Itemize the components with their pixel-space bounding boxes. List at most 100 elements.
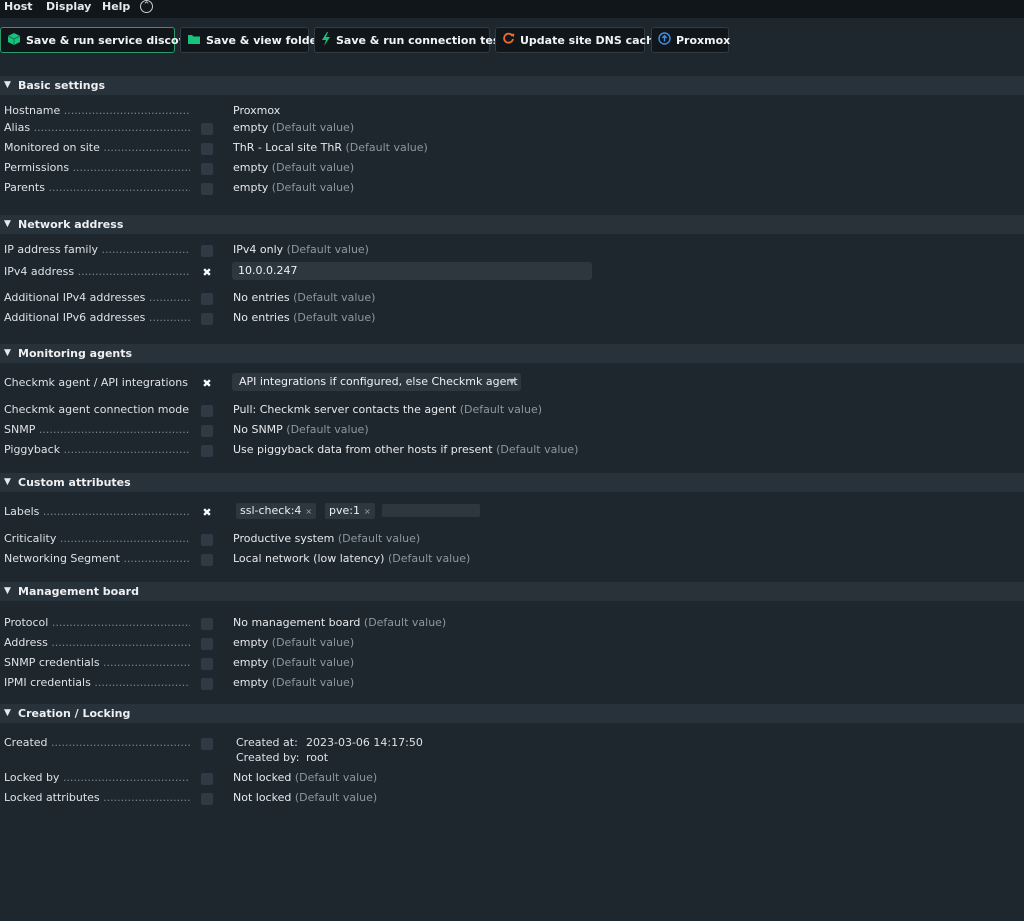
collapse-arrow-icon[interactable]: ▼ (4, 80, 11, 90)
refresh-icon (502, 32, 515, 48)
save-run-discovery-label: Save & run service discovery (26, 33, 206, 47)
created-by-value: root (306, 751, 329, 764)
address-checkbox[interactable] (201, 638, 213, 650)
label-tag-text: pve:1 (329, 504, 360, 517)
collapse-arrow-icon[interactable]: ▼ (4, 219, 11, 229)
chevron-down-icon: ▼ (508, 377, 515, 386)
add-ipv4-checkbox[interactable] (201, 293, 213, 305)
add-ipv6-value: No entries (233, 311, 290, 324)
address-label: Address (4, 636, 48, 649)
row-connection-mode: Checkmk agent connection mode .... Pull:… (0, 400, 1024, 420)
created-at-value: 2023-03-06 14:17:50 (306, 736, 423, 749)
permissions-checkbox[interactable] (201, 163, 213, 175)
created-checkbox[interactable] (201, 738, 213, 750)
snmp-checkbox[interactable] (201, 425, 213, 437)
collapse-arrow-icon[interactable]: ▼ (4, 708, 11, 718)
add-ipv6-label: Additional IPv6 addresses (4, 311, 146, 324)
lightning-icon (321, 31, 331, 49)
row-address: Address ................................… (4, 636, 355, 650)
site-checkbox[interactable] (201, 143, 213, 155)
row-locked-attributes: Locked attributes ......................… (4, 791, 378, 805)
ipv4-input[interactable]: 10.0.0.247 (232, 262, 592, 280)
labels-checkbox-checked[interactable]: ✖ (201, 507, 213, 519)
piggyback-checkbox[interactable] (201, 445, 213, 457)
default-hint: (Default value) (363, 616, 447, 629)
menu-help[interactable]: Help (102, 0, 130, 14)
snmp-credentials-checkbox[interactable] (201, 658, 213, 670)
hostname-label: Hostname (4, 104, 61, 117)
snmp-value: No SNMP (233, 423, 283, 436)
connection-mode-checkbox[interactable] (201, 405, 213, 417)
snmp-label: SNMP (4, 423, 36, 436)
update-dns-cache-button[interactable]: Update site DNS cache (495, 27, 661, 53)
row-monitored-site: Monitored on site ......................… (4, 141, 428, 155)
protocol-checkbox[interactable] (201, 618, 213, 630)
row-criticality: Criticality ............................… (4, 532, 421, 546)
menu-display[interactable]: Display (46, 0, 91, 14)
label-tag[interactable]: ssl-check:4 × (236, 503, 317, 519)
add-ipv6-checkbox[interactable] (201, 313, 213, 325)
criticality-label: Criticality (4, 532, 57, 545)
arrow-up-circle-icon (658, 32, 671, 48)
section-header[interactable]: ▼ Creation / Locking (0, 704, 1024, 723)
segment-value: Local network (low latency) (233, 552, 385, 565)
agent-api-dropdown[interactable]: API integrations if configured, else Che… (232, 373, 521, 391)
row-created: Created ................................… (4, 735, 423, 765)
row-snmp: SNMP ...................................… (4, 423, 369, 437)
created-info: Created at: 2023-03-06 14:17:50 Created b… (236, 735, 423, 765)
section-title: Monitoring agents (18, 347, 133, 360)
section-header[interactable]: ▼ Monitoring agents (0, 344, 1024, 363)
agent-api-selected: API integrations if configured, else Che… (239, 375, 518, 388)
default-hint: (Default value) (271, 161, 355, 174)
row-locked-by: Locked by ..............................… (4, 771, 378, 785)
locked-attributes-checkbox[interactable] (201, 793, 213, 805)
locked-by-checkbox[interactable] (201, 773, 213, 785)
section-header[interactable]: ▼ Management board (0, 582, 1024, 601)
section-header[interactable]: ▼ Network address (0, 215, 1024, 234)
default-hint: (Default value) (271, 181, 355, 194)
ipmi-credentials-value: empty (233, 676, 269, 689)
save-run-discovery-button[interactable]: Save & run service discovery (0, 27, 206, 53)
section-title: Creation / Locking (18, 707, 131, 720)
label-input[interactable] (382, 504, 480, 517)
ipv4-checkbox-checked[interactable]: ✖ (201, 267, 213, 279)
alias-value: empty (233, 121, 269, 134)
collapse-arrow-icon[interactable]: ▼ (4, 477, 11, 487)
menu-host[interactable]: Host (4, 0, 33, 14)
segment-checkbox[interactable] (201, 554, 213, 566)
label-tag[interactable]: pve:1 × (325, 503, 375, 519)
segment-label: Networking Segment (4, 552, 120, 565)
default-hint: (Default value) (496, 443, 579, 456)
locked-attributes-value: Not locked (233, 791, 292, 804)
section-title: Management board (18, 585, 139, 598)
ip-family-value: IPv4 only (233, 243, 284, 256)
toolbar: Save & run service discovery Save & view… (0, 18, 1024, 66)
site-label: Monitored on site (4, 141, 100, 154)
row-permissions: Permissions ............................… (4, 161, 355, 175)
row-networking-segment: Networking Segment .....................… (4, 552, 471, 566)
default-hint: (Default value) (337, 532, 421, 545)
parents-value: empty (233, 181, 269, 194)
agent-api-checkbox-checked[interactable]: ✖ (201, 378, 213, 390)
section-header[interactable]: ▼ Custom attributes (0, 473, 1024, 492)
row-ipmi-credentials: IPMI credentials .......................… (4, 676, 355, 690)
row-labels: Labels .................................… (0, 502, 1024, 522)
remove-tag-icon[interactable]: × (305, 507, 312, 516)
save-view-folder-button[interactable]: Save & view folder (180, 27, 323, 53)
address-value: empty (233, 636, 269, 649)
alias-checkbox[interactable] (201, 123, 213, 135)
ipmi-credentials-checkbox[interactable] (201, 678, 213, 690)
section-header[interactable]: ▼ Basic settings (0, 76, 1024, 95)
default-hint: (Default value) (271, 676, 355, 689)
connection-mode-label: Checkmk agent connection mode (4, 403, 189, 416)
collapse-arrow-icon[interactable]: ▼ (4, 586, 11, 596)
save-run-tests-button[interactable]: Save & run connection tests (314, 27, 511, 53)
collapse-toggle-icon[interactable]: ⌃ (140, 0, 153, 13)
criticality-checkbox[interactable] (201, 534, 213, 546)
remove-tag-icon[interactable]: × (364, 507, 371, 516)
ip-family-checkbox[interactable] (201, 245, 213, 257)
parents-checkbox[interactable] (201, 183, 213, 195)
proxmox-button[interactable]: Proxmox (651, 27, 730, 53)
row-ipv4-address: IPv4 address ...........................… (0, 262, 1024, 282)
collapse-arrow-icon[interactable]: ▼ (4, 348, 11, 358)
